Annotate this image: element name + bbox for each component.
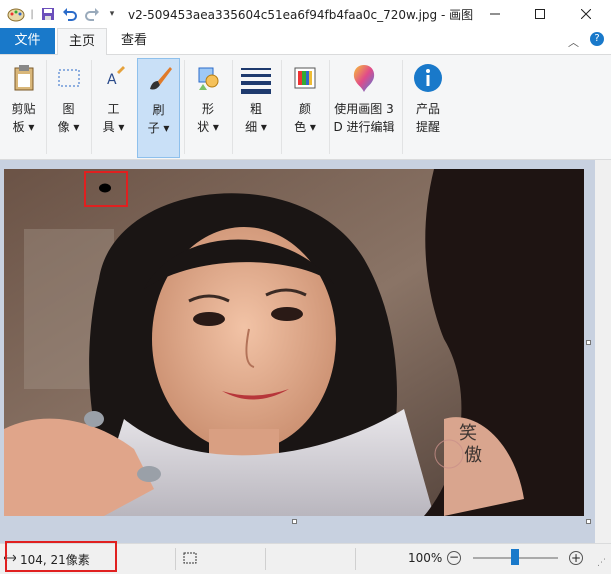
resize-handle-right[interactable] — [586, 340, 591, 345]
window-title: v2-509453aea335604c51ea6f94fb4faa0c_720w… — [128, 8, 474, 22]
resize-handle-bottom[interactable] — [292, 519, 297, 524]
ribbon-divider — [232, 60, 233, 154]
shapes-icon — [193, 62, 223, 94]
svg-text:笑: 笑 — [459, 423, 477, 444]
ribbon-divider — [402, 60, 403, 154]
clipboard-icon — [9, 62, 39, 94]
resize-handle-corner[interactable] — [586, 519, 591, 524]
maximize-button[interactable] — [517, 0, 563, 28]
selection-size-icon — [183, 552, 197, 567]
zoom-slider-thumb[interactable] — [511, 549, 519, 565]
paint3d-label: 使用画图 3 D 进行编辑 — [333, 102, 395, 134]
shapes-button[interactable]: 形 状 ▾ — [188, 58, 228, 156]
qa-divider: | — [30, 8, 34, 20]
paint3d-icon — [349, 62, 379, 94]
brushes-label: 刷 子 ▾ — [147, 103, 170, 135]
zoom-in-button[interactable]: + — [569, 551, 583, 565]
size-label: 粗 细 ▾ — [245, 102, 267, 134]
tab-file[interactable]: 文件 — [0, 28, 55, 54]
svg-text:傲: 傲 — [464, 445, 482, 466]
svg-text:A: A — [107, 72, 117, 88]
zoom-out-button[interactable]: − — [447, 551, 461, 565]
tab-home[interactable]: 主页 — [57, 28, 107, 55]
resize-grip-icon[interactable]: ⋰ — [597, 558, 606, 568]
title-bar: | ▾ v2-509453aea335604c51ea6f94fb4faa0c_… — [0, 0, 611, 28]
canvas-workspace: 笑 傲 — [0, 160, 611, 543]
tools-icon: A — [99, 62, 129, 94]
line-size-icon — [241, 62, 271, 94]
ribbon-divider — [329, 60, 330, 154]
colors-button[interactable]: 颜 色 ▾ — [285, 58, 325, 156]
tools-button[interactable]: A 工 具 ▾ — [95, 58, 132, 156]
undo-icon[interactable] — [60, 5, 80, 23]
image-canvas[interactable]: 笑 傲 — [4, 169, 584, 516]
status-divider — [355, 548, 356, 570]
status-bar: 104, 21像素 100% − + ⋰ — [0, 541, 611, 574]
help-icon[interactable]: ? — [590, 32, 604, 46]
save-icon[interactable] — [38, 5, 58, 23]
ribbon-divider — [46, 60, 47, 154]
collapse-ribbon-icon[interactable]: ︿ — [568, 34, 579, 50]
image-label: 图 像 ▾ — [57, 102, 80, 134]
ribbon-tabs: 文件 主页 查看 ︿ ? — [0, 28, 611, 55]
brushes-button[interactable]: 刷 子 ▾ — [137, 58, 180, 158]
image-button[interactable]: 图 像 ▾ — [50, 58, 87, 156]
shapes-label: 形 状 ▾ — [197, 102, 219, 134]
highlight-box-cursor-position — [5, 541, 117, 572]
ribbon-divider — [184, 60, 185, 154]
ribbon: 剪贴 板 ▾ 图 像 ▾ A 工 具 ▾ 刷 子 ▾ 形 状 ▾ 粗 细 ▾ 颜… — [0, 55, 611, 160]
paint3d-button[interactable]: 使用画图 3 D 进行编辑 — [331, 58, 397, 156]
tools-label: 工 具 ▾ — [102, 102, 125, 134]
product-alert-button[interactable]: 产品 提醒 — [406, 58, 450, 156]
minimize-button[interactable] — [472, 0, 518, 28]
ribbon-divider — [281, 60, 282, 154]
brush-icon — [144, 63, 174, 95]
tab-view[interactable]: 查看 — [110, 28, 158, 54]
colors-label: 颜 色 ▾ — [294, 102, 316, 134]
info-icon — [413, 62, 443, 94]
status-divider — [265, 548, 266, 570]
redo-icon[interactable] — [82, 5, 102, 23]
vertical-scrollbar[interactable] — [595, 160, 611, 543]
paint-app-icon[interactable] — [6, 5, 26, 23]
zoom-level: 100% — [408, 551, 443, 565]
product-alert-label: 产品 提醒 — [415, 102, 440, 134]
clipboard-label: 剪贴 板 ▾ — [11, 102, 36, 134]
select-icon — [54, 62, 84, 94]
color-palette-icon — [290, 62, 320, 94]
ribbon-divider — [91, 60, 92, 154]
status-divider — [175, 548, 176, 570]
clipboard-button[interactable]: 剪贴 板 ▾ — [5, 58, 42, 156]
customize-quick-access-icon[interactable]: ▾ — [104, 5, 120, 23]
close-button[interactable] — [563, 0, 609, 28]
size-button[interactable]: 粗 细 ▾ — [236, 58, 276, 156]
highlight-box-brush-dot — [84, 171, 128, 207]
